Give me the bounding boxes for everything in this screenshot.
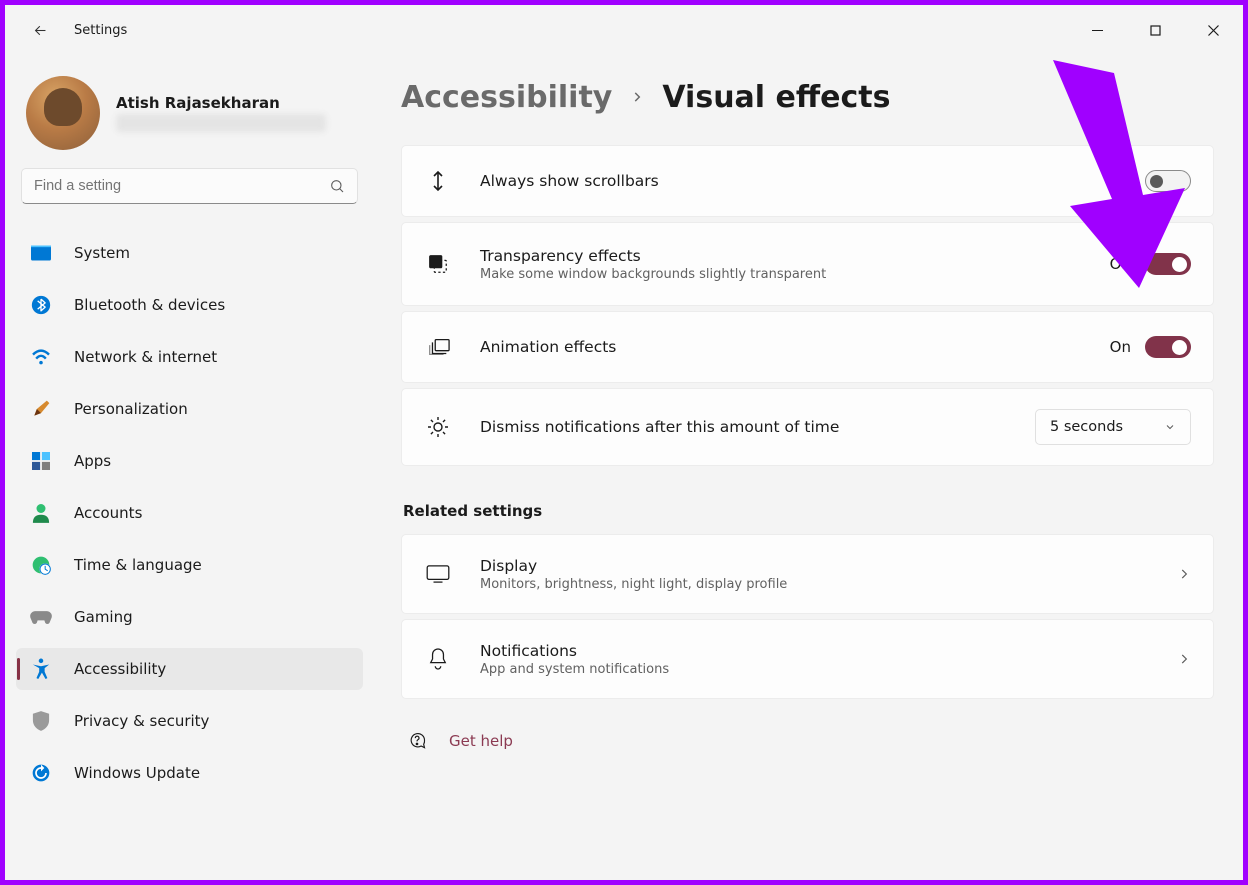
setting-subtitle: Make some window backgrounds slightly tr… [480,267,1110,282]
minimize-button[interactable] [1068,10,1126,50]
sidebar-item-label: System [74,244,130,262]
sidebar-item-privacy[interactable]: Privacy & security [16,700,363,742]
wifi-icon [30,346,52,368]
sidebar-item-label: Windows Update [74,764,200,782]
sidebar-item-label: Personalization [74,400,188,418]
sidebar-item-accounts[interactable]: Accounts [16,492,363,534]
system-icon [30,242,52,264]
chevron-right-icon [630,90,644,104]
dropdown-value: 5 seconds [1050,419,1123,435]
clock-globe-icon [30,554,52,576]
setting-transparency: Transparency effects Make some window ba… [401,222,1214,306]
sidebar-item-network[interactable]: Network & internet [16,336,363,378]
animation-toggle[interactable] [1145,336,1191,358]
back-button[interactable] [20,10,60,50]
transparency-icon [424,253,452,275]
user-name: Atish Rajasekharan [116,94,326,112]
close-button[interactable] [1184,10,1242,50]
toggle-state-label: Off [1109,172,1131,190]
setting-title: Dismiss notifications after this amount … [480,418,1035,436]
setting-title: Animation effects [480,338,1110,356]
apps-icon [30,450,52,472]
sidebar-item-bluetooth[interactable]: Bluetooth & devices [16,284,363,326]
chevron-right-icon [1177,567,1191,581]
transparency-toggle[interactable] [1145,253,1191,275]
bluetooth-icon [30,294,52,316]
bell-icon [424,647,452,671]
setting-scrollbars: Always show scrollbars Off [401,145,1214,217]
toggle-state-label: On [1110,255,1131,273]
brush-icon [30,398,52,420]
dismiss-time-dropdown[interactable]: 5 seconds [1035,409,1191,445]
chevron-right-icon [1177,652,1191,666]
sidebar-item-label: Network & internet [74,348,217,366]
scrollbars-icon [424,169,452,193]
sidebar-item-label: Privacy & security [74,712,209,730]
sidebar-item-label: Accounts [74,504,142,522]
related-notifications[interactable]: Notifications App and system notificatio… [401,619,1214,699]
sidebar-item-label: Apps [74,452,111,470]
link-subtitle: Monitors, brightness, night light, displ… [480,577,1177,592]
user-account-block[interactable]: Atish Rajasekharan [16,64,363,168]
sidebar-item-personalization[interactable]: Personalization [16,388,363,430]
toggle-state-label: On [1110,338,1131,356]
accounts-icon [30,502,52,524]
search-box[interactable] [21,168,358,204]
get-help-link[interactable]: Get help [401,731,1214,751]
sidebar-item-windows-update[interactable]: Windows Update [16,752,363,794]
sidebar-item-time-language[interactable]: Time & language [16,544,363,586]
accessibility-icon [30,658,52,680]
animation-icon [424,338,452,356]
avatar [26,76,100,150]
setting-title: Always show scrollbars [480,172,1109,190]
maximize-button[interactable] [1126,10,1184,50]
brightness-icon [424,415,452,439]
gamepad-icon [30,606,52,628]
sidebar-item-label: Accessibility [74,660,166,678]
scrollbars-toggle[interactable] [1145,170,1191,192]
help-label: Get help [449,732,513,750]
sidebar-item-label: Bluetooth & devices [74,296,225,314]
setting-dismiss-notifications: Dismiss notifications after this amount … [401,388,1214,466]
setting-animation: Animation effects On [401,311,1214,383]
sidebar-item-apps[interactable]: Apps [16,440,363,482]
sidebar-nav: System Bluetooth & devices Network & int… [16,222,363,802]
sidebar-item-gaming[interactable]: Gaming [16,596,363,638]
sidebar: Atish Rajasekharan System [6,54,381,879]
chevron-down-icon [1164,421,1176,433]
window-title: Settings [74,23,127,38]
related-settings-heading: Related settings [403,502,1214,520]
breadcrumb: Accessibility Visual effects [401,80,1214,115]
link-subtitle: App and system notifications [480,662,1177,677]
link-title: Display [480,557,1177,575]
main-content: Accessibility Visual effects Always show… [381,54,1242,879]
setting-title: Transparency effects [480,247,1110,265]
help-icon [407,731,427,751]
sidebar-item-label: Time & language [74,556,202,574]
sidebar-item-label: Gaming [74,608,133,626]
related-display[interactable]: Display Monitors, brightness, night ligh… [401,534,1214,614]
user-email-redacted [116,114,326,132]
update-icon [30,762,52,784]
link-title: Notifications [480,642,1177,660]
search-input[interactable] [34,178,329,194]
sidebar-item-system[interactable]: System [16,232,363,274]
shield-icon [30,710,52,732]
display-icon [424,565,452,583]
search-icon [329,178,345,194]
titlebar: Settings [6,6,1242,54]
breadcrumb-parent[interactable]: Accessibility [401,80,612,115]
sidebar-item-accessibility[interactable]: Accessibility [16,648,363,690]
page-title: Visual effects [662,80,890,115]
